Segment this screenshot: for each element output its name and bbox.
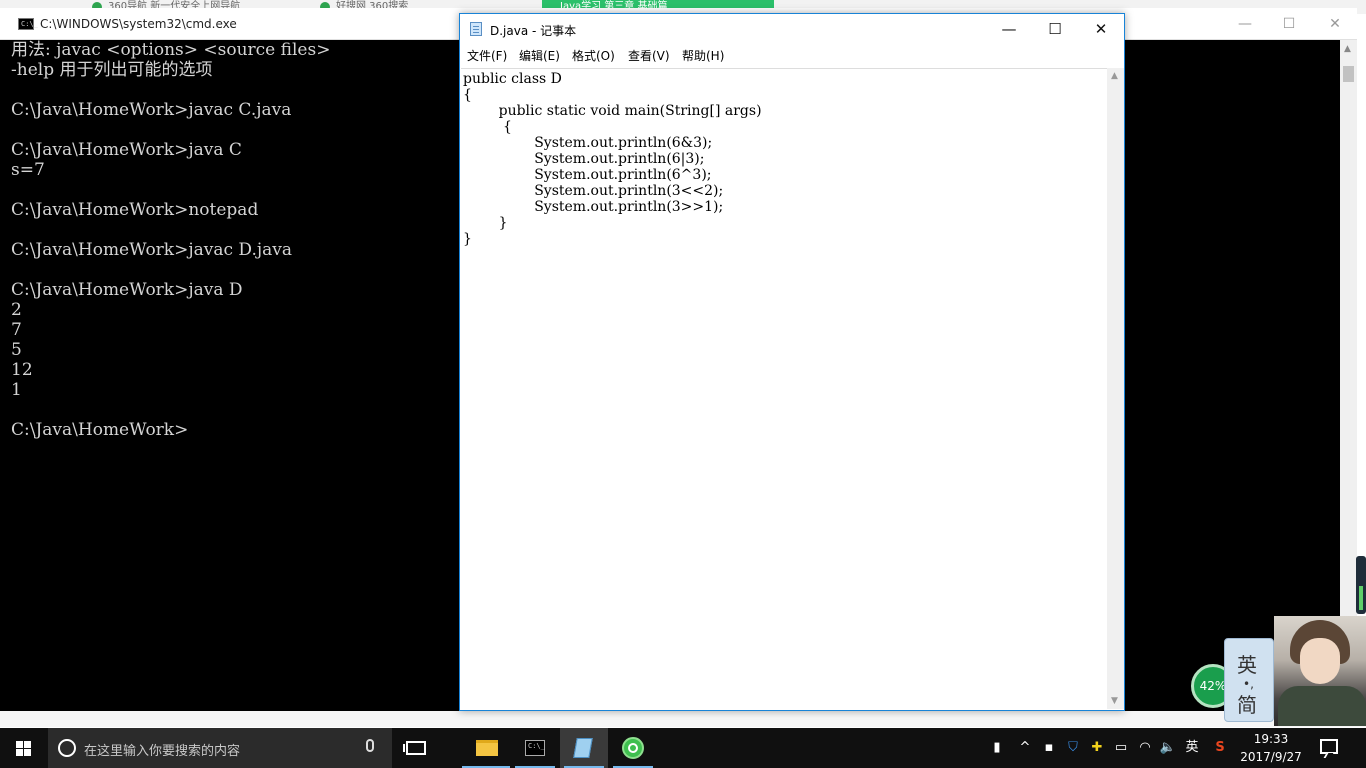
notepad-icon xyxy=(573,738,593,758)
file-explorer-taskbar-button[interactable] xyxy=(462,728,510,768)
avatar-coat xyxy=(1278,686,1366,726)
code-line: System.out.println(3>>1); xyxy=(463,199,724,215)
cmd-close-button[interactable]: ✕ xyxy=(1320,14,1350,34)
code-line: System.out.println(3<<2); xyxy=(463,183,724,199)
notepad-vertical-scrollbar[interactable]: ▲ ▼ xyxy=(1107,68,1124,709)
volume-icon[interactable]: 🔈 xyxy=(1158,728,1178,768)
code-line: System.out.println(6&3); xyxy=(463,135,713,151)
avatar-face xyxy=(1300,638,1340,684)
battery-plugin-icon[interactable]: ▮ xyxy=(988,728,1006,768)
start-button[interactable] xyxy=(0,728,48,768)
menu-edit[interactable]: 编辑(E) xyxy=(519,47,560,64)
notepad-close-button[interactable]: ✕ xyxy=(1078,16,1124,42)
scroll-down-arrow-icon[interactable]: ▼ xyxy=(1111,696,1118,706)
scroll-up-arrow-icon[interactable]: ▲ xyxy=(1344,44,1351,54)
code-line: } xyxy=(463,215,508,231)
cmd-app-icon[interactable]: C:\_ xyxy=(18,18,38,30)
show-hidden-icons-chevron-icon[interactable]: ^ xyxy=(1016,728,1034,768)
cmd-taskbar-button[interactable]: C:\_ xyxy=(511,728,559,768)
code-line: { xyxy=(463,119,512,135)
code-line: System.out.println(6^3); xyxy=(463,167,712,183)
terminal-icon-glyph: C:\_ xyxy=(528,742,545,750)
browser-taskbar-button[interactable] xyxy=(609,728,657,768)
cortana-icon xyxy=(58,739,76,757)
task-view-icon xyxy=(406,741,426,755)
code-line: { xyxy=(463,87,472,103)
action-center-icon[interactable] xyxy=(1320,739,1338,754)
bluetooth-icon[interactable]: ▪ xyxy=(1040,728,1058,768)
cmd-scroll-thumb[interactable] xyxy=(1343,66,1354,82)
ime-language-toggle[interactable]: 英 xyxy=(1237,649,1257,678)
notepad-maximize-button[interactable]: ☐ xyxy=(1032,16,1078,42)
system-clock[interactable]: 19:33 2017/9/27 xyxy=(1240,730,1302,766)
clock-time: 19:33 xyxy=(1253,732,1289,746)
task-view-button[interactable] xyxy=(400,728,432,768)
background-window-strip xyxy=(0,711,1366,727)
edge-gauge-widget[interactable] xyxy=(1356,556,1366,614)
sogou-ime-icon[interactable]: S xyxy=(1210,728,1230,768)
code-line: System.out.println(6|3); xyxy=(463,151,705,167)
gauge-fill xyxy=(1359,586,1363,610)
windows-logo-icon xyxy=(16,741,32,756)
security-shield-icon[interactable]: ⛉ xyxy=(1064,728,1082,768)
cmd-icon-glyph: C:\_ xyxy=(21,20,38,28)
accelerator-plus-icon[interactable]: ✚ xyxy=(1088,728,1106,768)
notepad-window-title: D.java - 记事本 xyxy=(490,24,577,38)
notepad-titlebar[interactable]: D.java - 记事本 — ☐ ✕ xyxy=(460,14,1124,44)
notepad-minimize-button[interactable]: — xyxy=(986,16,1032,42)
cmd-minimize-button[interactable]: — xyxy=(1230,14,1260,34)
scroll-up-arrow-icon[interactable]: ▲ xyxy=(1111,71,1118,81)
wifi-icon[interactable]: ◠ xyxy=(1136,728,1154,768)
menu-format[interactable]: 格式(O) xyxy=(572,47,615,64)
search-placeholder: 在这里输入你要搜索的内容 xyxy=(84,744,241,759)
avatar xyxy=(1274,616,1366,726)
ime-simplified-toggle[interactable]: 简 xyxy=(1237,689,1257,718)
notepad-menubar: 文件(F) 编辑(E) 格式(O) 查看(V) 帮助(H) xyxy=(460,44,1124,66)
battery-icon[interactable]: ▭ xyxy=(1112,728,1130,768)
menu-file[interactable]: 文件(F) xyxy=(467,47,507,64)
code-line: } xyxy=(463,231,472,247)
input-language-indicator[interactable]: 英 xyxy=(1182,728,1202,768)
ime-status-bar[interactable]: 英 •, 简 xyxy=(1224,638,1274,722)
notepad-taskbar-button[interactable] xyxy=(560,728,608,768)
cmd-maximize-button[interactable]: ☐ xyxy=(1274,14,1304,34)
code-line: public class D xyxy=(463,71,562,87)
taskbar-search-box[interactable]: 在这里输入你要搜索的内容 xyxy=(48,728,392,768)
notepad-window[interactable]: D.java - 记事本 — ☐ ✕ 文件(F) 编辑(E) 格式(O) 查看(… xyxy=(459,13,1125,711)
clock-date: 2017/9/27 xyxy=(1240,750,1302,764)
menu-view[interactable]: 查看(V) xyxy=(628,47,670,64)
folder-icon xyxy=(476,740,498,756)
code-line: public static void main(String[] args) xyxy=(463,103,762,119)
ime-skin-widget[interactable]: 英 •, 简 xyxy=(1224,616,1366,726)
notepad-text-editor[interactable]: public class D{ public static void main(… xyxy=(461,68,1107,709)
microphone-icon[interactable] xyxy=(366,739,374,752)
taskbar: 在这里输入你要搜索的内容 C:\_ ▮ ^ ▪ ⛉ ✚ ▭ ◠ 🔈 英 S 19… xyxy=(0,728,1366,768)
notepad-app-icon[interactable] xyxy=(470,22,482,36)
menu-help[interactable]: 帮助(H) xyxy=(682,47,724,64)
cmd-window-title: C:\WINDOWS\system32\cmd.exe xyxy=(40,17,237,31)
